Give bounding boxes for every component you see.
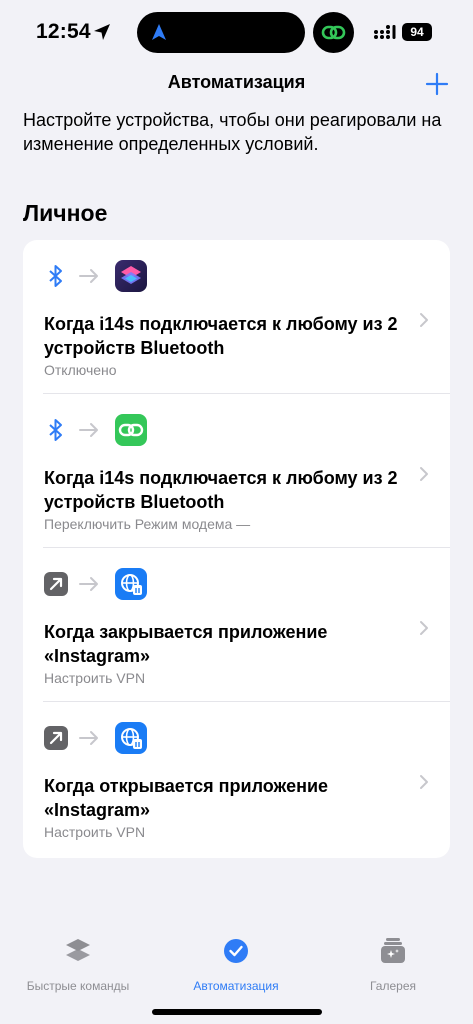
automation-icons — [43, 260, 163, 292]
clock-check-icon — [224, 939, 248, 963]
location-arrow-icon — [94, 24, 110, 40]
automation-subtitle: Настроить VPN — [44, 670, 146, 686]
add-automation-button[interactable] — [425, 72, 449, 96]
status-time: 12:54 — [36, 20, 91, 43]
app-open-arrow-icon — [44, 572, 68, 596]
tab-shortcuts[interactable]: Быстрые команды — [3, 936, 153, 993]
bluetooth-icon — [49, 265, 62, 287]
chevron-right-icon — [420, 467, 428, 481]
signal-icon — [374, 25, 396, 39]
tab-label: Быстрые команды — [26, 979, 130, 993]
vpn-globe-icon — [115, 568, 147, 600]
automation-row-1[interactable]: Когда i14s подключается к любому из 2 ус… — [23, 240, 450, 394]
dynamic-island — [137, 12, 305, 53]
personal-hotspot-icon — [115, 414, 147, 446]
battery-indicator: 94 — [402, 23, 432, 41]
tab-label: Галерея — [369, 979, 417, 993]
arrow-right-icon — [79, 423, 98, 437]
shortcuts-icon — [115, 260, 147, 292]
chevron-right-icon — [420, 313, 428, 327]
page-description: Настройте устройства, чтобы они реагиров… — [23, 110, 442, 154]
automation-title: Когда i14s подключается к любому из 2 ус… — [44, 314, 398, 358]
automation-icons — [43, 568, 163, 600]
automation-subtitle: Отключено — [44, 362, 117, 378]
automation-icons — [43, 414, 163, 446]
automation-title: Когда i14s подключается к любому из 2 ус… — [44, 468, 398, 512]
automation-row-3[interactable]: Когда закрывается приложение «Instagram»… — [23, 548, 450, 702]
navigation-arrow-icon — [152, 24, 166, 40]
tab-gallery[interactable]: Галерея — [318, 936, 468, 993]
chevron-right-icon — [420, 621, 428, 635]
automation-subtitle: Настроить VPN — [44, 824, 146, 840]
automation-row-2[interactable]: Когда i14s подключается к любому из 2 ус… — [23, 394, 450, 548]
hotspot-link-icon — [321, 25, 346, 40]
layers-icon — [66, 939, 90, 961]
bluetooth-icon — [49, 419, 62, 441]
hotspot-indicator — [313, 12, 354, 53]
tab-automation[interactable]: Автоматизация — [161, 936, 311, 993]
home-indicator — [152, 1009, 322, 1015]
chevron-right-icon — [420, 775, 428, 789]
vpn-globe-icon — [115, 722, 147, 754]
automation-title: Когда открывается приложение «Instagram» — [44, 776, 329, 820]
arrow-right-icon — [79, 269, 98, 283]
automation-icons — [43, 722, 163, 754]
page-title: Автоматизация — [167, 72, 306, 92]
arrow-right-icon — [79, 577, 98, 591]
tab-label: Автоматизация — [193, 979, 279, 993]
automation-row-4[interactable]: Когда открывается приложение «Instagram»… — [23, 702, 450, 856]
status-bar: 12:54 94 — [0, 0, 473, 64]
arrow-right-icon — [79, 731, 98, 745]
automations-list: Когда i14s подключается к любому из 2 ус… — [23, 240, 450, 858]
app-open-arrow-icon — [44, 726, 68, 750]
automation-title: Когда закрывается приложение «Instagram» — [44, 622, 328, 666]
section-title-personal: Личное — [23, 200, 108, 226]
automation-subtitle: Переключить Режим модема — — [44, 516, 251, 532]
gallery-icon — [381, 938, 405, 963]
